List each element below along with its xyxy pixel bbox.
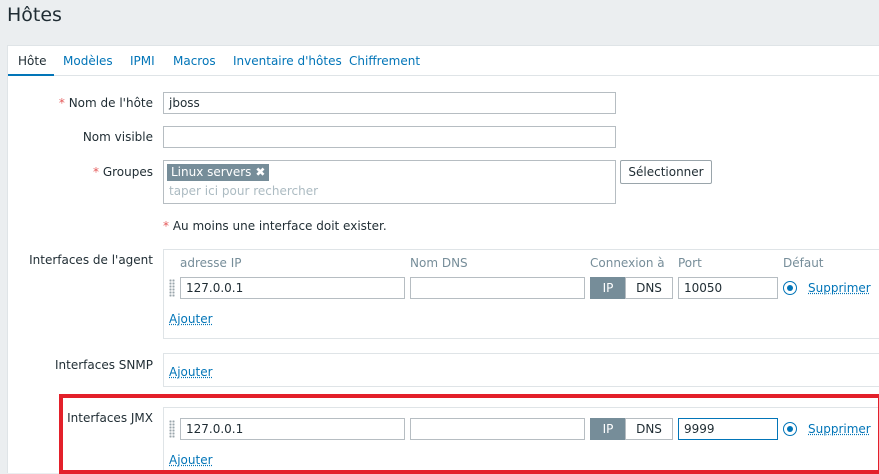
- agent-ip-input[interactable]: 127.0.0.1: [180, 277, 405, 299]
- agent-remove-link[interactable]: Supprimer: [808, 281, 871, 295]
- snmp-add-link[interactable]: Ajouter: [169, 365, 213, 379]
- col-port-header: Port: [678, 256, 702, 270]
- interface-required-note: * Au moins une interface doit exister.: [163, 219, 387, 233]
- tab-ipmi[interactable]: IPMI: [130, 54, 155, 68]
- snmp-interfaces-label: Interfaces SNMP: [55, 358, 153, 372]
- tab-bar: Hôte Modèles IPMI Macros Inventaire d'hô…: [8, 46, 879, 76]
- tab-templates[interactable]: Modèles: [63, 54, 113, 68]
- agent-connect-ip-button[interactable]: IP: [590, 277, 626, 299]
- drag-handle-icon[interactable]: [169, 279, 175, 297]
- visible-name-label: Nom visible: [82, 130, 153, 144]
- tab-inventory[interactable]: Inventaire d'hôtes: [233, 54, 342, 68]
- host-name-input[interactable]: jboss: [163, 92, 616, 114]
- groups-label: * Groupes: [93, 165, 153, 179]
- tab-macros[interactable]: Macros: [173, 54, 216, 68]
- tab-host[interactable]: Hôte: [18, 54, 46, 68]
- group-chip: Linux servers ✖: [167, 164, 270, 181]
- agent-add-link[interactable]: Ajouter: [169, 312, 213, 326]
- agent-default-radio[interactable]: [783, 281, 797, 295]
- host-name-label: * Nom de l'hôte: [58, 96, 153, 110]
- agent-port-input[interactable]: 10050: [678, 277, 778, 299]
- visible-name-input[interactable]: [163, 126, 616, 148]
- col-dns-header: Nom DNS: [410, 256, 468, 270]
- agent-dns-input[interactable]: [410, 277, 585, 299]
- snmp-interfaces-table: [163, 353, 879, 387]
- highlight-annotation-box: [59, 394, 879, 474]
- active-tab-indicator: [8, 74, 54, 76]
- page-title: Hôtes: [7, 4, 62, 26]
- groups-multiselect[interactable]: Linux servers ✖ taper ici pour rechercher: [163, 160, 616, 204]
- col-ip-header: adresse IP: [180, 256, 242, 270]
- tab-encryption[interactable]: Chiffrement: [349, 54, 420, 68]
- col-default-header: Défaut: [783, 256, 824, 270]
- agent-interfaces-label: Interfaces de l'agent: [29, 253, 153, 267]
- col-connect-header: Connexion à: [590, 256, 665, 270]
- close-icon[interactable]: ✖: [255, 165, 265, 179]
- agent-connect-dns-button[interactable]: DNS: [625, 277, 673, 299]
- groups-search-placeholder[interactable]: taper ici pour rechercher: [169, 184, 318, 198]
- select-groups-button[interactable]: Sélectionner: [620, 160, 712, 184]
